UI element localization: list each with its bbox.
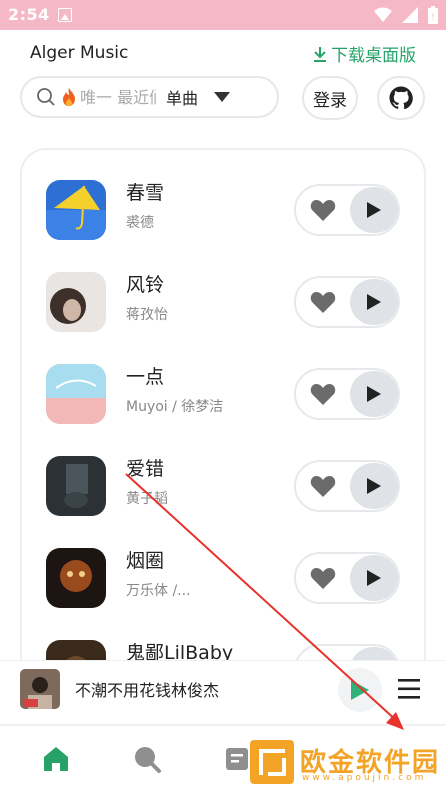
- signal-icon: [402, 7, 418, 23]
- now-playing-title: 不潮不用花钱林俊杰: [75, 681, 220, 700]
- song-actions: [294, 276, 400, 328]
- search-input[interactable]: [78, 87, 156, 107]
- fire-icon: [63, 88, 75, 106]
- song-title: 风铃: [126, 274, 165, 296]
- song-item[interactable]: 爱错 黄子韬: [22, 446, 424, 518]
- song-cover: [46, 180, 106, 240]
- heart-icon[interactable]: [310, 474, 336, 498]
- play-icon: [367, 386, 381, 402]
- song-title: 春雪: [126, 182, 165, 204]
- play-button[interactable]: [350, 371, 398, 417]
- song-actions: [294, 368, 400, 420]
- search-bar[interactable]: 单曲: [20, 76, 279, 118]
- search-type-select[interactable]: 单曲: [166, 85, 198, 109]
- song-list: 春雪 裘德 风铃 蒋孜怡 一点 Muyoi / 徐梦洁 爱错 黄子韬 烟圈 万乐…: [20, 148, 426, 668]
- song-item[interactable]: 春雪 裘德: [22, 170, 424, 242]
- status-icons: !: [374, 6, 438, 24]
- chevron-down-icon[interactable]: [214, 92, 231, 102]
- heart-icon[interactable]: [310, 382, 336, 406]
- playlist-menu-icon[interactable]: [398, 679, 420, 699]
- watermark-logo-icon: [250, 740, 294, 784]
- play-icon: [351, 680, 369, 700]
- song-item[interactable]: 一点 Muyoi / 徐梦洁: [22, 354, 424, 426]
- song-title: 烟圈: [126, 550, 165, 572]
- github-button[interactable]: [377, 76, 425, 120]
- song-actions: [294, 460, 400, 512]
- heart-icon[interactable]: [310, 290, 336, 314]
- download-label: 下载桌面版: [331, 46, 416, 66]
- list-icon[interactable]: [222, 744, 252, 774]
- wifi-icon: [374, 7, 392, 22]
- play-button[interactable]: [350, 187, 398, 233]
- login-button[interactable]: 登录: [302, 76, 358, 120]
- now-playing-cover: [20, 669, 60, 709]
- heart-icon[interactable]: [310, 198, 336, 222]
- home-icon[interactable]: [41, 744, 71, 774]
- song-artist: Muyoi / 徐梦洁: [126, 399, 224, 415]
- player-play-button[interactable]: [338, 668, 382, 712]
- song-cover: [46, 272, 106, 332]
- app-store-icon: [58, 8, 72, 22]
- song-title: 爱错: [126, 458, 165, 480]
- heart-icon[interactable]: [310, 566, 336, 590]
- status-bar: 2:54 !: [0, 0, 446, 30]
- song-item[interactable]: 风铃 蒋孜怡: [22, 262, 424, 334]
- search-icon[interactable]: [132, 744, 162, 774]
- app-title: Alger Music: [30, 43, 129, 63]
- play-icon: [367, 202, 381, 218]
- download-desktop-link[interactable]: 下载桌面版: [313, 41, 416, 66]
- play-icon: [367, 294, 381, 310]
- song-actions: [294, 184, 400, 236]
- now-playing-bar[interactable]: 不潮不用花钱林俊杰: [0, 660, 446, 719]
- play-icon: [367, 478, 381, 494]
- play-icon: [367, 570, 381, 586]
- song-cover: [46, 364, 106, 424]
- watermark: 欧金软件园 www.apoujin.com: [250, 740, 440, 788]
- song-cover: [46, 548, 106, 608]
- play-button[interactable]: [350, 463, 398, 509]
- play-button[interactable]: [350, 555, 398, 601]
- download-icon: [314, 46, 326, 62]
- song-cover: [46, 456, 106, 516]
- battery-icon: !: [428, 6, 438, 24]
- song-artist: 裘德: [126, 215, 154, 231]
- song-artist: 蒋孜怡: [126, 307, 168, 323]
- play-button[interactable]: [350, 279, 398, 325]
- header: Alger Music 下载桌面版: [0, 30, 446, 70]
- song-artist: 万乐体 /...: [126, 583, 191, 599]
- song-actions: [294, 552, 400, 604]
- watermark-url: www.apoujin.com: [302, 773, 427, 783]
- svg-text:!: !: [431, 13, 435, 23]
- status-time: 2:54: [8, 5, 50, 24]
- search-icon: [37, 88, 55, 106]
- song-title: 一点: [126, 366, 165, 388]
- song-item[interactable]: 烟圈 万乐体 /...: [22, 538, 424, 610]
- github-icon: [389, 86, 413, 110]
- song-artist: 黄子韬: [126, 491, 168, 507]
